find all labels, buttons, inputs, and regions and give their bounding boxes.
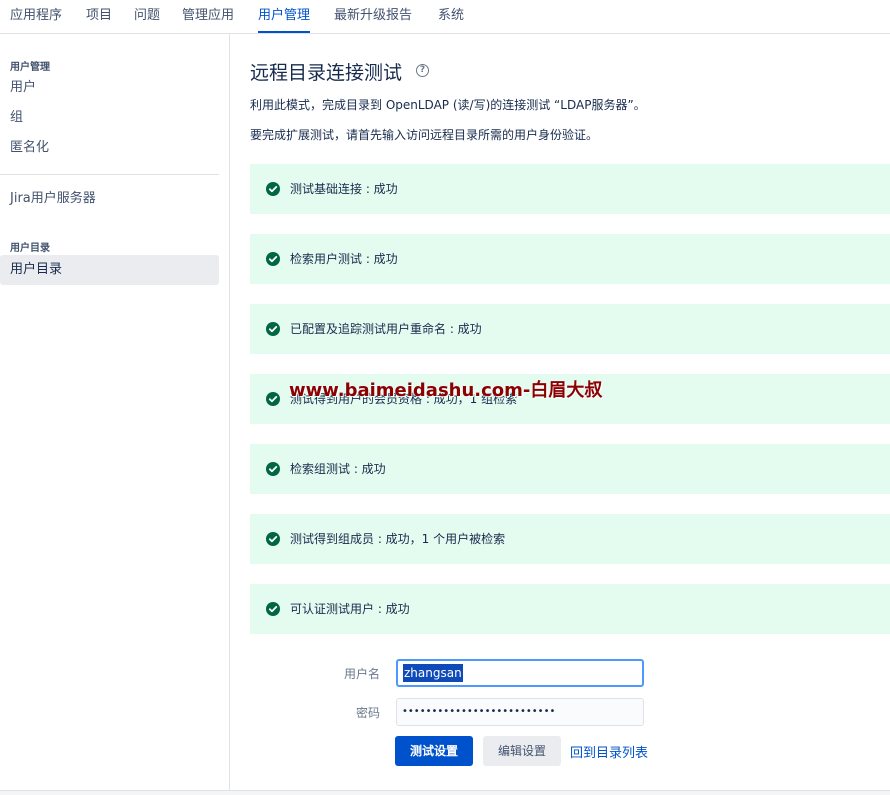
check-circle-icon	[266, 322, 280, 336]
sidebar-divider	[0, 174, 219, 175]
sidebar-heading-user-management: 用户管理	[10, 62, 50, 73]
result-text: 已配置及追踪测试用户重命名 : 成功	[290, 322, 482, 336]
result-text: 检索组测试 : 成功	[290, 462, 386, 476]
back-to-directory-list-link[interactable]: 回到目录列表	[570, 742, 648, 761]
sidebar-item-groups[interactable]: 组	[0, 103, 219, 133]
sidebar-item-anonymize[interactable]: 匿名化	[0, 133, 219, 163]
username-value: zhangsan	[403, 664, 463, 682]
username-input[interactable]: zhangsan	[396, 659, 644, 687]
tab-user-management[interactable]: 用户管理	[258, 0, 311, 33]
password-label: 密码	[355, 706, 380, 720]
check-circle-icon	[266, 532, 280, 546]
tab-applications[interactable]: 应用程序	[10, 0, 62, 33]
username-label: 用户名	[343, 667, 380, 681]
description-extended: 要完成扩展测试，请首先输入访问远程目录所需的用户身份验证。	[250, 128, 599, 142]
result-authenticate-user: 可认证测试用户 : 成功	[250, 584, 890, 634]
footer-bar	[0, 790, 890, 795]
password-input[interactable]: ••••••••••••••••••••••••••	[396, 698, 644, 726]
result-text: 可认证测试用户 : 成功	[290, 602, 410, 616]
tab-upgrade-report[interactable]: 最新升级报告	[334, 0, 412, 33]
sidebar-item-user-directories[interactable]: 用户目录	[0, 255, 219, 285]
check-circle-icon	[266, 182, 280, 196]
result-basic-connection: 测试基础连接 : 成功	[250, 164, 890, 214]
tab-manage-apps[interactable]: 管理应用	[182, 0, 234, 33]
check-circle-icon	[266, 602, 280, 616]
watermark: www.baimeidashu.com-白眉大叔	[289, 380, 603, 401]
check-circle-icon	[266, 252, 280, 266]
result-retrieve-user: 检索用户测试 : 成功	[250, 234, 890, 284]
tab-issues[interactable]: 问题	[134, 0, 160, 33]
edit-settings-button[interactable]: 编辑设置	[483, 736, 561, 766]
result-group-members: 测试得到组成员 : 成功，1 个用户被检索	[250, 514, 890, 564]
page-title: 远程目录连接测试	[250, 62, 403, 84]
tab-system[interactable]: 系统	[438, 0, 464, 33]
sidebar-item-jira-user-server[interactable]: Jira用户服务器	[0, 184, 219, 214]
result-retrieve-group: 检索组测试 : 成功	[250, 444, 890, 494]
check-circle-icon	[266, 462, 280, 476]
tab-projects[interactable]: 项目	[86, 0, 112, 33]
sidebar-heading-user-directory: 用户目录	[10, 243, 50, 254]
test-settings-button[interactable]: 测试设置	[395, 736, 473, 766]
result-text: 测试基础连接 : 成功	[290, 182, 398, 196]
result-user-rename: 已配置及追踪测试用户重命名 : 成功	[250, 304, 890, 354]
help-icon[interactable]: ?	[416, 64, 429, 77]
check-circle-icon	[266, 392, 280, 406]
sidebar-item-users[interactable]: 用户	[0, 73, 219, 103]
sidebar: 用户管理 用户 组 匿名化 Jira用户服务器 用户目录 用户目录	[0, 34, 230, 795]
result-text: 检索用户测试 : 成功	[290, 252, 398, 266]
description-mode: 利用此模式，完成目录到 OpenLDAP (读/写)的连接测试 “LDAP服务器…	[250, 98, 646, 112]
top-navigation: 应用程序 项目 问题 管理应用 用户管理 最新升级报告 系统	[0, 0, 890, 34]
result-text: 测试得到组成员 : 成功，1 个用户被检索	[290, 532, 506, 546]
